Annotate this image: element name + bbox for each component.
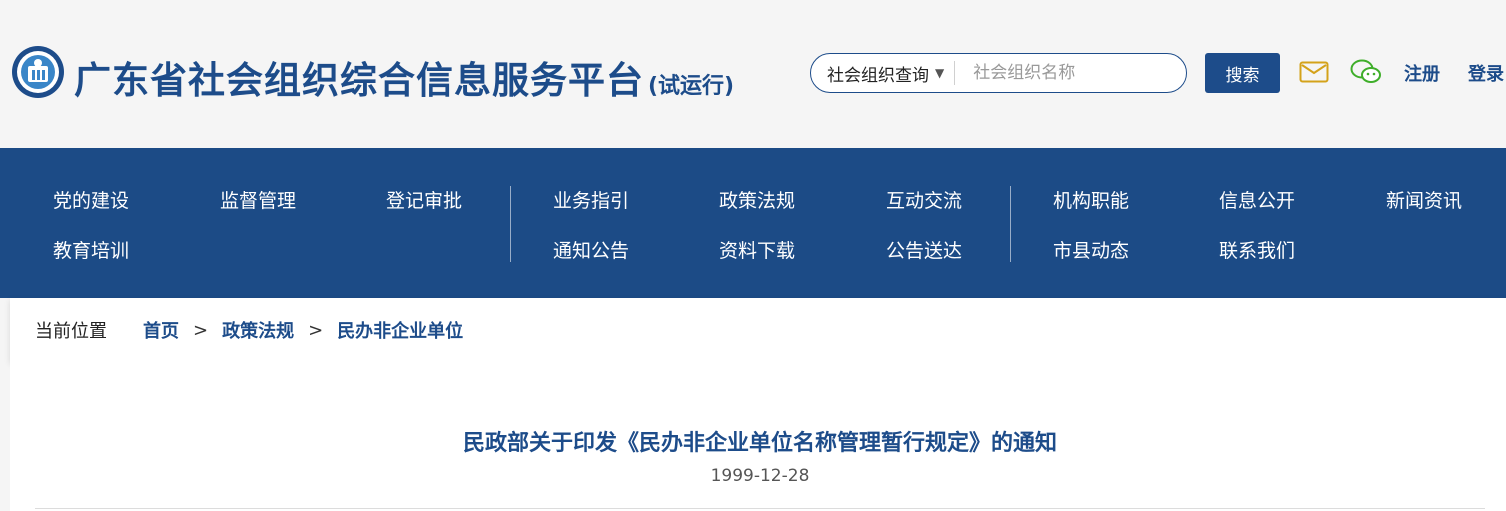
mail-icon[interactable]	[1299, 60, 1329, 84]
nav-separator	[510, 186, 511, 262]
nav-item-registration[interactable]: 登记审批	[386, 186, 462, 213]
site-title-suffix: (试运行)	[648, 74, 735, 99]
search-divider	[954, 61, 956, 85]
breadcrumb-policy[interactable]: 政策法规	[222, 317, 294, 343]
article-panel: 民政部关于印发《民办非企业单位名称管理暂行规定》的通知 1999-12-28	[10, 362, 1506, 511]
article-title: 民政部关于印发《民办非企业单位名称管理暂行规定》的通知	[462, 431, 1057, 456]
breadcrumb-home[interactable]: 首页	[143, 317, 179, 343]
emblem-icon[interactable]	[10, 44, 66, 100]
nav-item-notices[interactable]: 通知公告	[553, 236, 629, 263]
site-title-main: 广东省社会组织综合信息服务平台	[74, 59, 644, 102]
search-type-select[interactable]: 社会组织查询 ▼	[811, 54, 944, 92]
nav-item-news[interactable]: 新闻资讯	[1386, 186, 1462, 213]
site-header: 广东省社会组织综合信息服务平台 (试运行) 社会组织查询 ▼ 搜索 注册 登录	[0, 0, 1506, 148]
nav-item-city-news[interactable]: 市县动态	[1053, 236, 1129, 263]
caret-down-icon: ▼	[935, 66, 945, 80]
nav-item-training[interactable]: 教育培训	[53, 236, 129, 263]
article-date: 1999-12-28	[710, 466, 810, 486]
breadcrumb-label: 当前位置	[35, 321, 107, 342]
article-divider	[35, 508, 1485, 509]
site-title[interactable]: 广东省社会组织综合信息服务平台 (试运行)	[74, 50, 735, 102]
nav-item-supervision[interactable]: 监督管理	[220, 186, 296, 213]
search-button[interactable]: 搜索	[1205, 53, 1280, 93]
search-box: 社会组织查询 ▼	[810, 53, 1187, 93]
login-link[interactable]: 登录	[1468, 60, 1504, 86]
nav-item-functions[interactable]: 机构职能	[1053, 186, 1129, 213]
nav-item-business-guide[interactable]: 业务指引	[553, 186, 629, 213]
nav-item-contact[interactable]: 联系我们	[1219, 236, 1295, 263]
breadcrumb: 当前位置 首页 > 政策法规 > 民办非企业单位	[10, 298, 1506, 362]
breadcrumb-separator: >	[193, 319, 209, 341]
nav-item-downloads[interactable]: 资料下载	[719, 236, 795, 263]
main-nav: 党的建设 监督管理 登记审批 业务指引 政策法规 互动交流 机构职能 信息公开 …	[0, 148, 1506, 298]
nav-item-party-building[interactable]: 党的建设	[53, 186, 129, 213]
nav-item-announcements[interactable]: 公告送达	[886, 236, 962, 263]
nav-item-policy[interactable]: 政策法规	[719, 186, 795, 213]
breadcrumb-separator: >	[308, 319, 324, 341]
nav-item-interaction[interactable]: 互动交流	[886, 186, 962, 213]
nav-separator	[1010, 186, 1011, 262]
wechat-icon[interactable]	[1350, 58, 1382, 86]
register-link[interactable]: 注册	[1404, 60, 1440, 86]
breadcrumb-current[interactable]: 民办非企业单位	[337, 317, 463, 343]
search-type-value: 社会组织查询	[827, 65, 929, 86]
search-input[interactable]	[973, 63, 1164, 83]
nav-item-disclosure[interactable]: 信息公开	[1219, 186, 1295, 213]
